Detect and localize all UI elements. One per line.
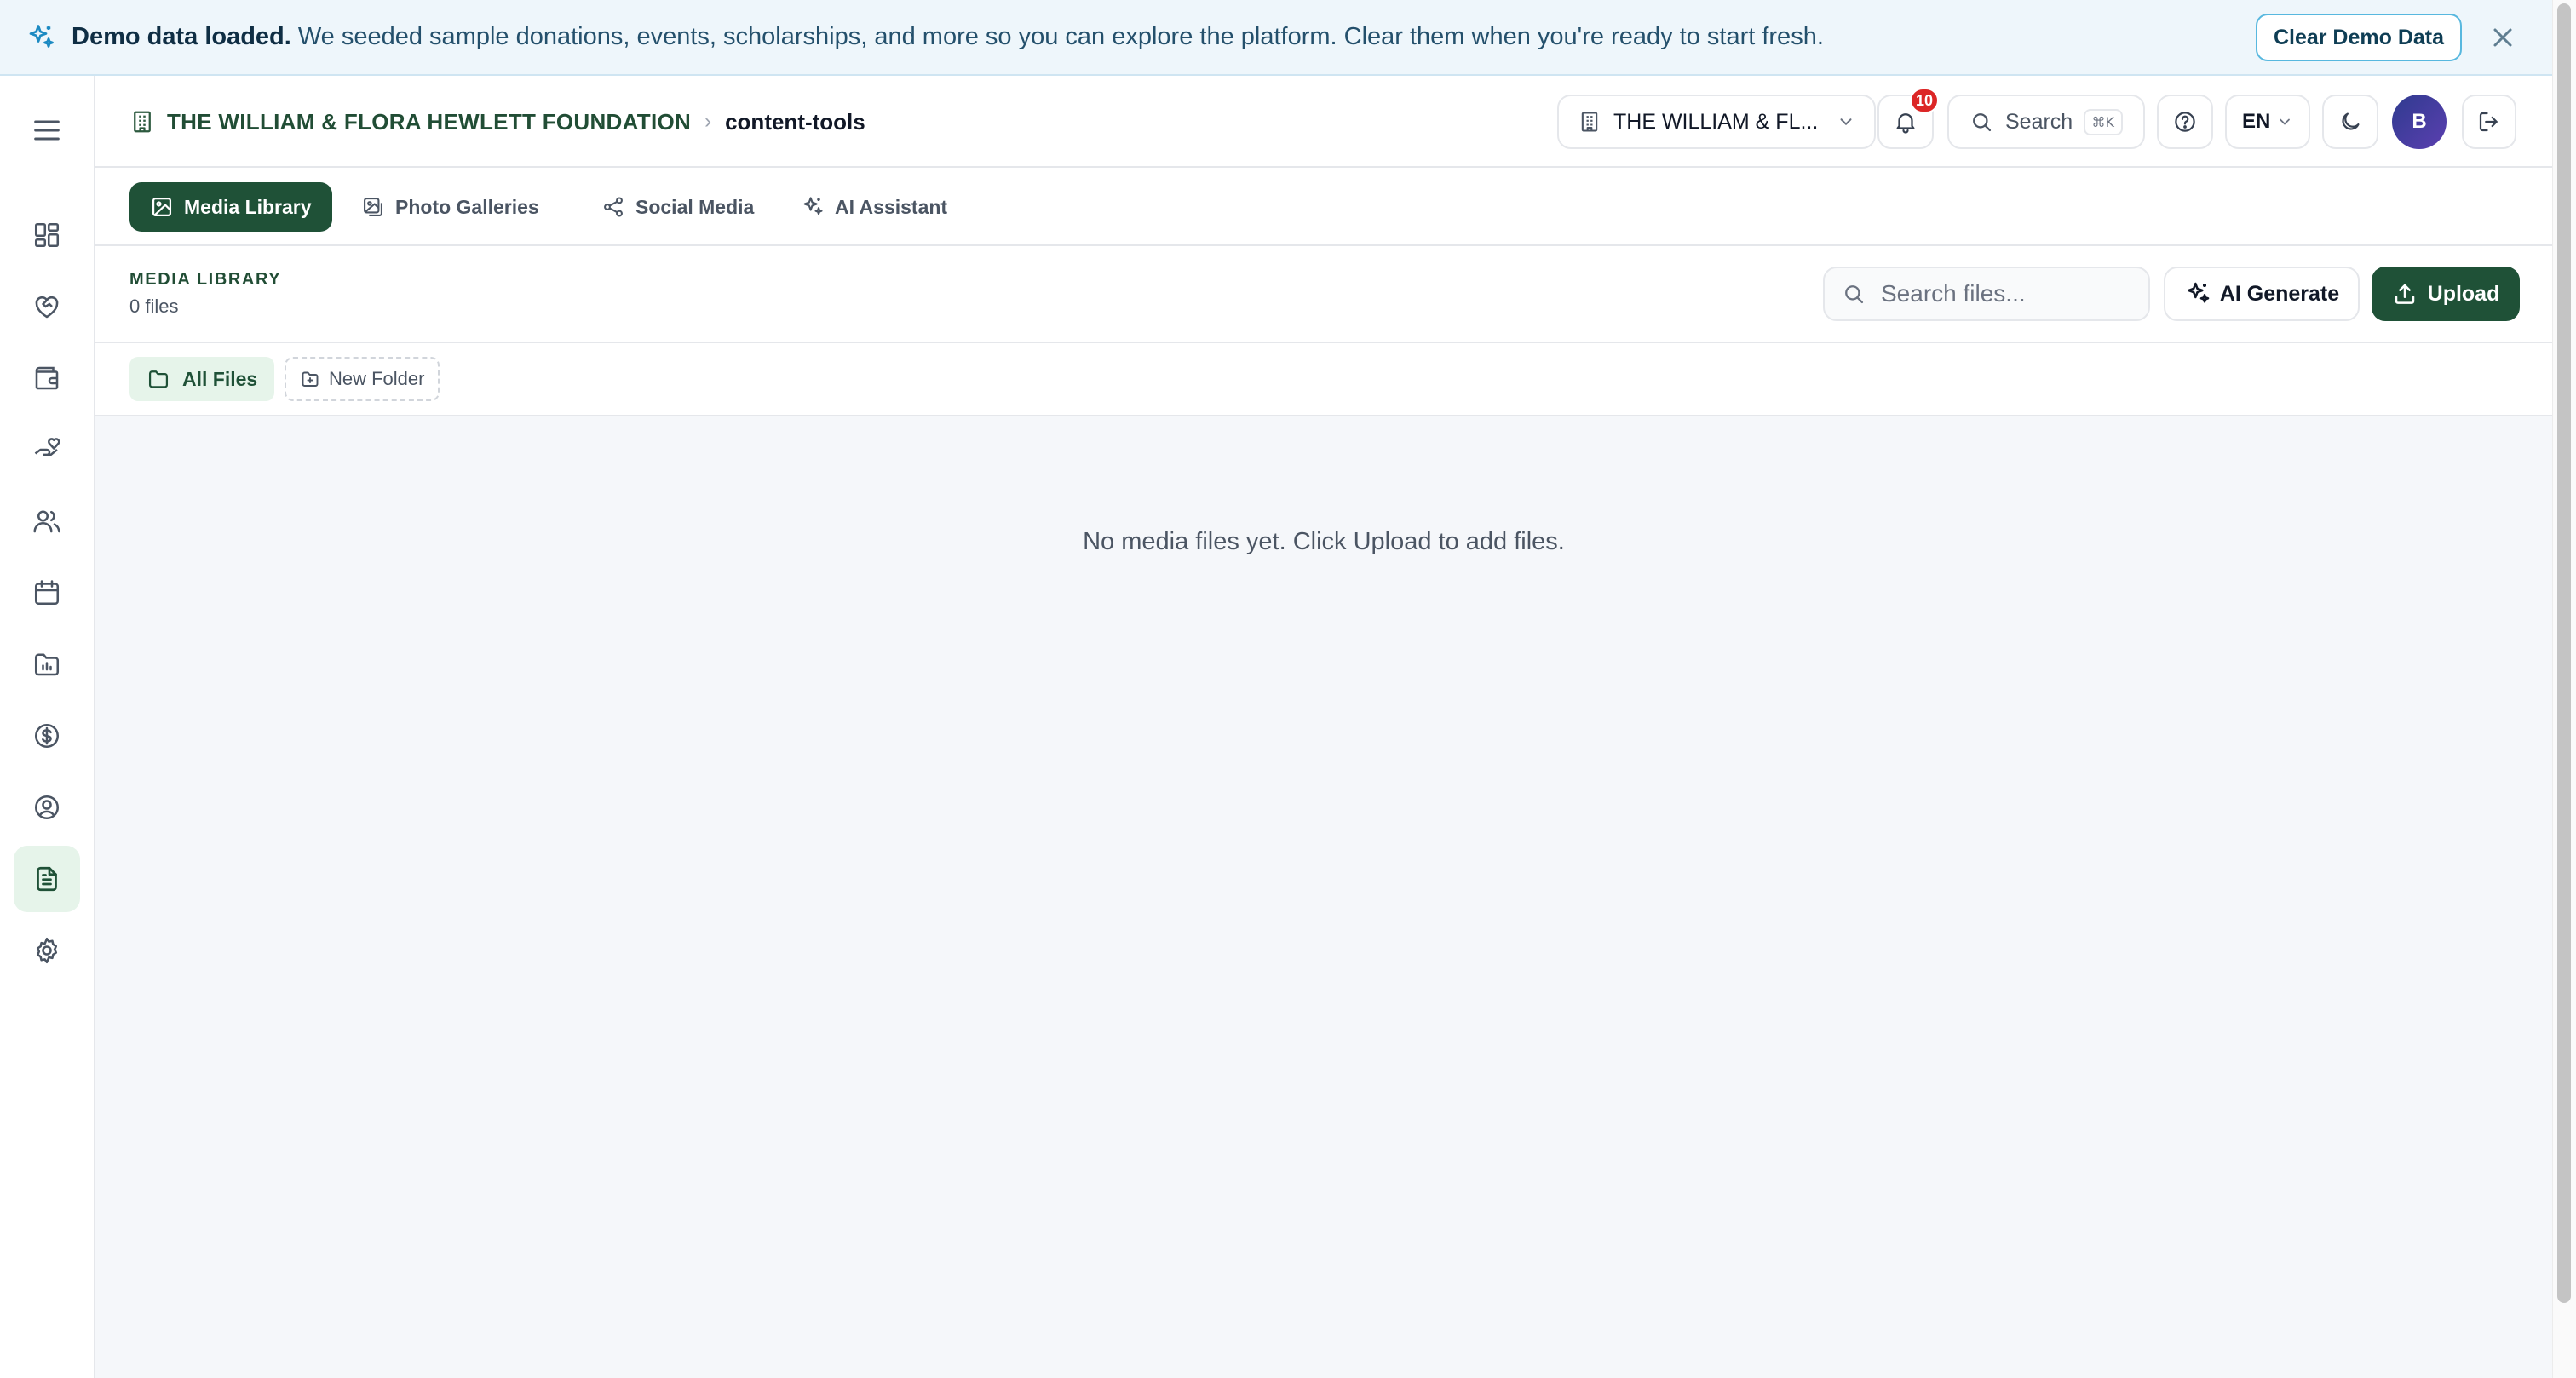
moon-icon [2337, 109, 2363, 135]
help-circle-icon [2172, 109, 2198, 135]
new-folder-label: New Folder [329, 368, 425, 389]
folder-bar: All Files New Folder [95, 343, 2552, 416]
tab-label: Social Media [635, 195, 755, 218]
content-tabs: Media Library Photo Galleries Social Med… [95, 168, 2552, 246]
global-search-label: Search [2005, 109, 2073, 134]
breadcrumb-page: content-tools [725, 108, 865, 135]
upload-button[interactable]: Upload [2372, 267, 2520, 321]
search-icon [1842, 282, 1866, 306]
demo-banner: Demo data loaded. We seeded sample donati… [0, 0, 2552, 76]
file-search-box[interactable] [1823, 267, 2150, 321]
close-icon[interactable] [2487, 22, 2518, 53]
chevron-down-icon [2276, 113, 2293, 130]
folder-plus-icon [302, 371, 319, 387]
page-title: MEDIA LIBRARY [129, 270, 282, 289]
bell-icon [1893, 109, 1918, 135]
notifications-button[interactable]: 10 [1877, 88, 1939, 149]
sidebar-item-donations[interactable] [14, 273, 80, 340]
sparkle-icon [803, 197, 823, 215]
share-icon [604, 197, 623, 217]
clear-demo-data-button[interactable]: Clear Demo Data [2256, 14, 2462, 61]
wallet-icon [35, 366, 59, 390]
media-toolbar: MEDIA LIBRARY 0 files AI Generate Upload [95, 246, 2552, 343]
building-icon [1578, 110, 1601, 134]
gallery-icon [364, 198, 382, 216]
banner-title: Demo data loaded. [72, 23, 291, 50]
language-selector[interactable]: EN [2225, 95, 2310, 149]
sidebar-item-wallet[interactable] [14, 345, 80, 411]
users-icon [33, 510, 60, 533]
calendar-icon [34, 580, 60, 606]
folder-icon [148, 370, 169, 388]
sidebar-item-dashboard[interactable] [14, 202, 80, 268]
banner-text: We seeded sample donations, events, scho… [297, 23, 1824, 50]
heart-handshake-icon [35, 296, 59, 319]
user-circle-icon [34, 795, 60, 820]
sidebar-item-people[interactable] [14, 488, 80, 554]
org-selector-label: THE WILLIAM & FL... [1613, 109, 1819, 134]
file-count: 0 files [129, 296, 179, 317]
building-icon [129, 109, 155, 135]
tab-label: Photo Galleries [395, 195, 539, 218]
chevron-down-icon [1837, 112, 1855, 131]
sidebar-item-calendar[interactable] [14, 560, 80, 626]
hand-heart-icon [34, 438, 60, 456]
dashboard-icon [34, 222, 60, 248]
file-search-input[interactable] [1881, 280, 2136, 307]
document-icon [37, 866, 57, 892]
image-icon [152, 197, 172, 217]
avatar[interactable]: B [2392, 95, 2447, 149]
sidebar-item-finance[interactable] [14, 703, 80, 769]
search-shortcut: ⌘K [2083, 108, 2123, 135]
tab-social-media[interactable]: Social Media [581, 182, 774, 232]
logout-icon [2476, 109, 2502, 135]
sparkle-icon [26, 22, 56, 53]
sparkle-icon [2187, 282, 2210, 303]
search-icon [1969, 110, 1993, 134]
dollar-circle-icon [34, 723, 60, 749]
org-selector[interactable]: THE WILLIAM & FL... [1557, 95, 1876, 149]
global-search-button[interactable]: Search ⌘K [1947, 95, 2145, 149]
tab-media-library[interactable]: Media Library [129, 182, 332, 232]
hamburger-menu-icon[interactable] [30, 113, 64, 147]
empty-state-message: No media files yet. Click Upload to add … [1083, 528, 1565, 555]
new-folder-button[interactable]: New Folder [285, 357, 440, 401]
sidebar-item-profile[interactable] [14, 774, 80, 841]
tab-label: AI Assistant [835, 195, 948, 218]
sidebar [0, 76, 95, 1378]
sidebar-item-grants[interactable] [14, 416, 80, 483]
tab-label: Media Library [184, 195, 312, 218]
logout-button[interactable] [2462, 95, 2516, 149]
upload-label: Upload [2427, 281, 2500, 306]
gear-icon [36, 937, 58, 964]
sidebar-item-reports[interactable] [14, 631, 80, 698]
tab-photo-galleries[interactable]: Photo Galleries [341, 182, 560, 232]
breadcrumb-separator: › [704, 110, 712, 133]
ai-generate-button[interactable]: AI Generate [2164, 267, 2360, 321]
folder-all-files[interactable]: All Files [129, 357, 275, 401]
help-button[interactable] [2157, 95, 2213, 149]
folder-chart-icon [34, 653, 60, 676]
sidebar-item-settings[interactable] [14, 917, 80, 984]
ai-generate-label: AI Generate [2219, 281, 2340, 306]
folder-label: All Files [182, 367, 258, 390]
banner-message: Demo data loaded. We seeded sample donati… [72, 23, 1824, 51]
language-label: EN [2242, 110, 2271, 133]
breadcrumb: THE WILLIAM & FLORA HEWLETT FOUNDATION ›… [129, 76, 865, 168]
scrollbar-thumb[interactable] [2557, 3, 2571, 1303]
upload-icon [2395, 284, 2414, 304]
top-header: THE WILLIAM & FLORA HEWLETT FOUNDATION ›… [95, 76, 2552, 168]
theme-toggle-button[interactable] [2322, 95, 2378, 149]
tab-ai-assistant[interactable]: AI Assistant [780, 182, 968, 232]
sidebar-item-content-tools[interactable] [14, 846, 80, 912]
notification-badge: 10 [1910, 88, 1939, 113]
breadcrumb-org[interactable]: THE WILLIAM & FLORA HEWLETT FOUNDATION [167, 109, 691, 135]
